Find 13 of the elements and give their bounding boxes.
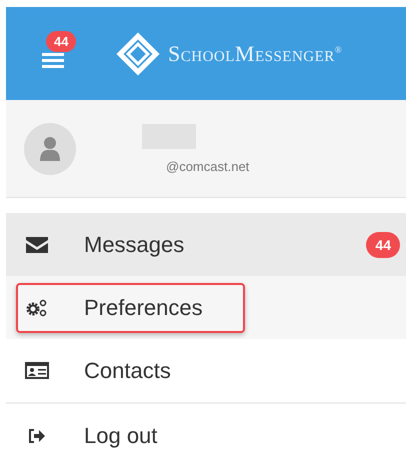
notification-badge: 44 [46, 30, 76, 52]
person-icon [39, 136, 61, 162]
message-count-badge: 44 [366, 232, 400, 258]
id-card-icon [24, 362, 50, 379]
logo-icon [116, 32, 160, 76]
menu-icon[interactable] [42, 52, 64, 68]
user-email: @comcast.net [166, 158, 250, 174]
envelope-icon [24, 236, 50, 252]
menu-item[interactable]: Messages [16, 220, 226, 270]
menu-item[interactable]: Contacts [16, 346, 213, 396]
menu-item[interactable]: Log out [16, 410, 200, 460]
menu-item[interactable]: Preferences [16, 282, 245, 332]
logo-text: SchoolMessenger$^{®}$ [168, 40, 342, 66]
